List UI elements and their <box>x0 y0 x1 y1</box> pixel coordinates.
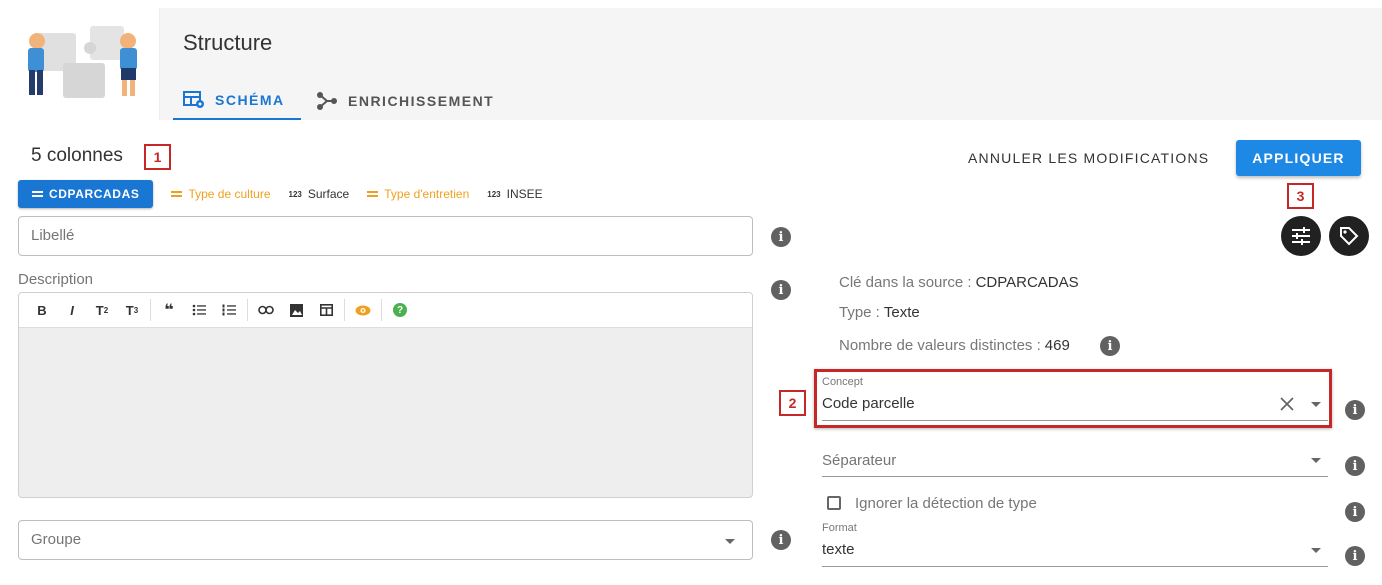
quote-icon[interactable]: ❝ <box>154 297 184 323</box>
chevron-down-icon <box>1311 458 1321 463</box>
description-editor[interactable]: B I T2 T3 ❝ ? <box>18 292 753 498</box>
page-header: Structure SCHÉMA ENRICHISSEMENT <box>8 8 1382 120</box>
info-icon[interactable]: i <box>1345 502 1365 522</box>
annotation-badge-3: 3 <box>1287 183 1314 209</box>
tab-enrichissement[interactable]: ENRICHISSEMENT <box>316 82 494 120</box>
concept-label: Concept <box>822 376 863 388</box>
toolbar-divider <box>381 299 382 321</box>
info-icon[interactable]: i <box>1345 400 1365 420</box>
tab-schema-label: SCHÉMA <box>215 92 285 108</box>
column-count: 5 colonnes <box>31 145 123 166</box>
concept-select[interactable]: Concept Code parcelle <box>822 374 1328 421</box>
heading-2-button[interactable]: T2 <box>87 297 117 323</box>
concept-value: Code parcelle <box>822 395 915 412</box>
column-chip-type-dentretien[interactable]: Type d'entretien <box>367 187 469 201</box>
italic-button[interactable]: I <box>57 297 87 323</box>
format-label: Format <box>822 522 857 534</box>
clear-icon[interactable] <box>1280 397 1294 411</box>
toolbar-divider <box>344 299 345 321</box>
distinct-values-label: Nombre de valeurs distinctes : <box>839 337 1041 354</box>
info-icon[interactable]: i <box>1100 336 1120 356</box>
link-icon[interactable] <box>251 297 281 323</box>
image-icon[interactable] <box>281 297 311 323</box>
table-gear-icon <box>183 91 204 108</box>
page-title: Structure <box>183 30 273 55</box>
column-chip-label: Surface <box>307 187 350 201</box>
heading-3-button[interactable]: T3 <box>117 297 147 323</box>
column-chip-label: Type de culture <box>188 187 271 201</box>
info-icon[interactable]: i <box>1345 546 1365 566</box>
text-type-icon <box>32 191 43 197</box>
source-key-row: Clé dans la source : CDPARCADAS <box>839 274 1079 291</box>
info-icon[interactable]: i <box>1345 456 1365 476</box>
toolbar-divider <box>247 299 248 321</box>
description-label: Description <box>18 271 94 288</box>
cancel-changes-button[interactable]: ANNULER LES MODIFICATIONS <box>968 146 1209 170</box>
type-label: Type : <box>839 304 880 321</box>
distinct-values-row: Nombre de valeurs distinctes :469 <box>839 337 1070 354</box>
chevron-down-icon <box>1311 548 1321 553</box>
toolbar-divider <box>150 299 151 321</box>
column-chip-label: INSEE <box>506 187 543 201</box>
table-icon[interactable] <box>311 297 341 323</box>
number-type-icon: 123 <box>288 189 302 199</box>
separator-placeholder: Séparateur <box>822 452 897 469</box>
group-select[interactable]: Groupe <box>18 520 753 560</box>
source-key-value: CDPARCADAS <box>975 274 1079 291</box>
separator-select[interactable]: Séparateur <box>822 447 1328 477</box>
graph-nodes-icon <box>317 92 337 110</box>
column-chip-insee[interactable]: 123 INSEE <box>487 187 542 201</box>
column-chip-label: CDPARCADAS <box>49 187 140 201</box>
column-chip-label: Type d'entretien <box>384 187 470 201</box>
source-key-label: Clé dans la source : <box>839 274 972 291</box>
help-icon[interactable]: ? <box>385 297 415 323</box>
group-placeholder: Groupe <box>31 531 82 548</box>
tag-icon <box>1340 227 1359 246</box>
puzzle-illustration <box>8 8 160 120</box>
sliders-icon <box>1292 227 1310 245</box>
label-placeholder: Libellé <box>31 227 75 244</box>
format-select[interactable]: Format texte <box>822 520 1328 567</box>
type-row: Type : Texte <box>839 304 920 321</box>
tab-schema[interactable]: SCHÉMA <box>173 82 301 120</box>
info-icon[interactable]: i <box>771 530 791 550</box>
chevron-down-icon <box>1311 402 1321 407</box>
bullet-list-icon[interactable] <box>184 297 214 323</box>
column-chip-bar: CDPARCADAS Type de culture 123 Surface T… <box>18 180 543 208</box>
info-icon[interactable]: i <box>771 280 791 300</box>
type-value: Texte <box>883 304 920 321</box>
apply-button[interactable]: APPLIQUER <box>1236 140 1361 176</box>
annotation-badge-2: 2 <box>779 390 806 416</box>
tab-enrichissement-label: ENRICHISSEMENT <box>348 93 495 109</box>
format-value: texte <box>822 541 855 558</box>
label-input[interactable]: Libellé <box>18 216 753 256</box>
numbered-list-icon[interactable] <box>214 297 244 323</box>
chevron-down-icon <box>725 539 735 544</box>
ignore-type-detection-label: Ignorer la détection de type <box>855 495 1037 512</box>
column-chip-surface[interactable]: 123 Surface <box>289 187 350 201</box>
annotation-badge-1: 1 <box>144 144 171 170</box>
distinct-values-value: 469 <box>1044 337 1070 354</box>
number-type-icon: 123 <box>487 189 501 199</box>
text-type-icon <box>171 191 183 197</box>
editor-toolbar: B I T2 T3 ❝ ? <box>19 293 752 328</box>
text-type-icon <box>367 191 379 197</box>
bold-button[interactable]: B <box>27 297 57 323</box>
tag-button[interactable] <box>1329 216 1369 256</box>
column-chip-type-de-culture[interactable]: Type de culture <box>171 187 271 201</box>
info-icon[interactable]: i <box>771 227 791 247</box>
settings-sliders-button[interactable] <box>1281 216 1321 256</box>
ignore-type-detection-checkbox[interactable] <box>827 496 841 510</box>
column-chip-cdparcadas[interactable]: CDPARCADAS <box>18 180 154 208</box>
eye-icon[interactable] <box>348 297 378 323</box>
